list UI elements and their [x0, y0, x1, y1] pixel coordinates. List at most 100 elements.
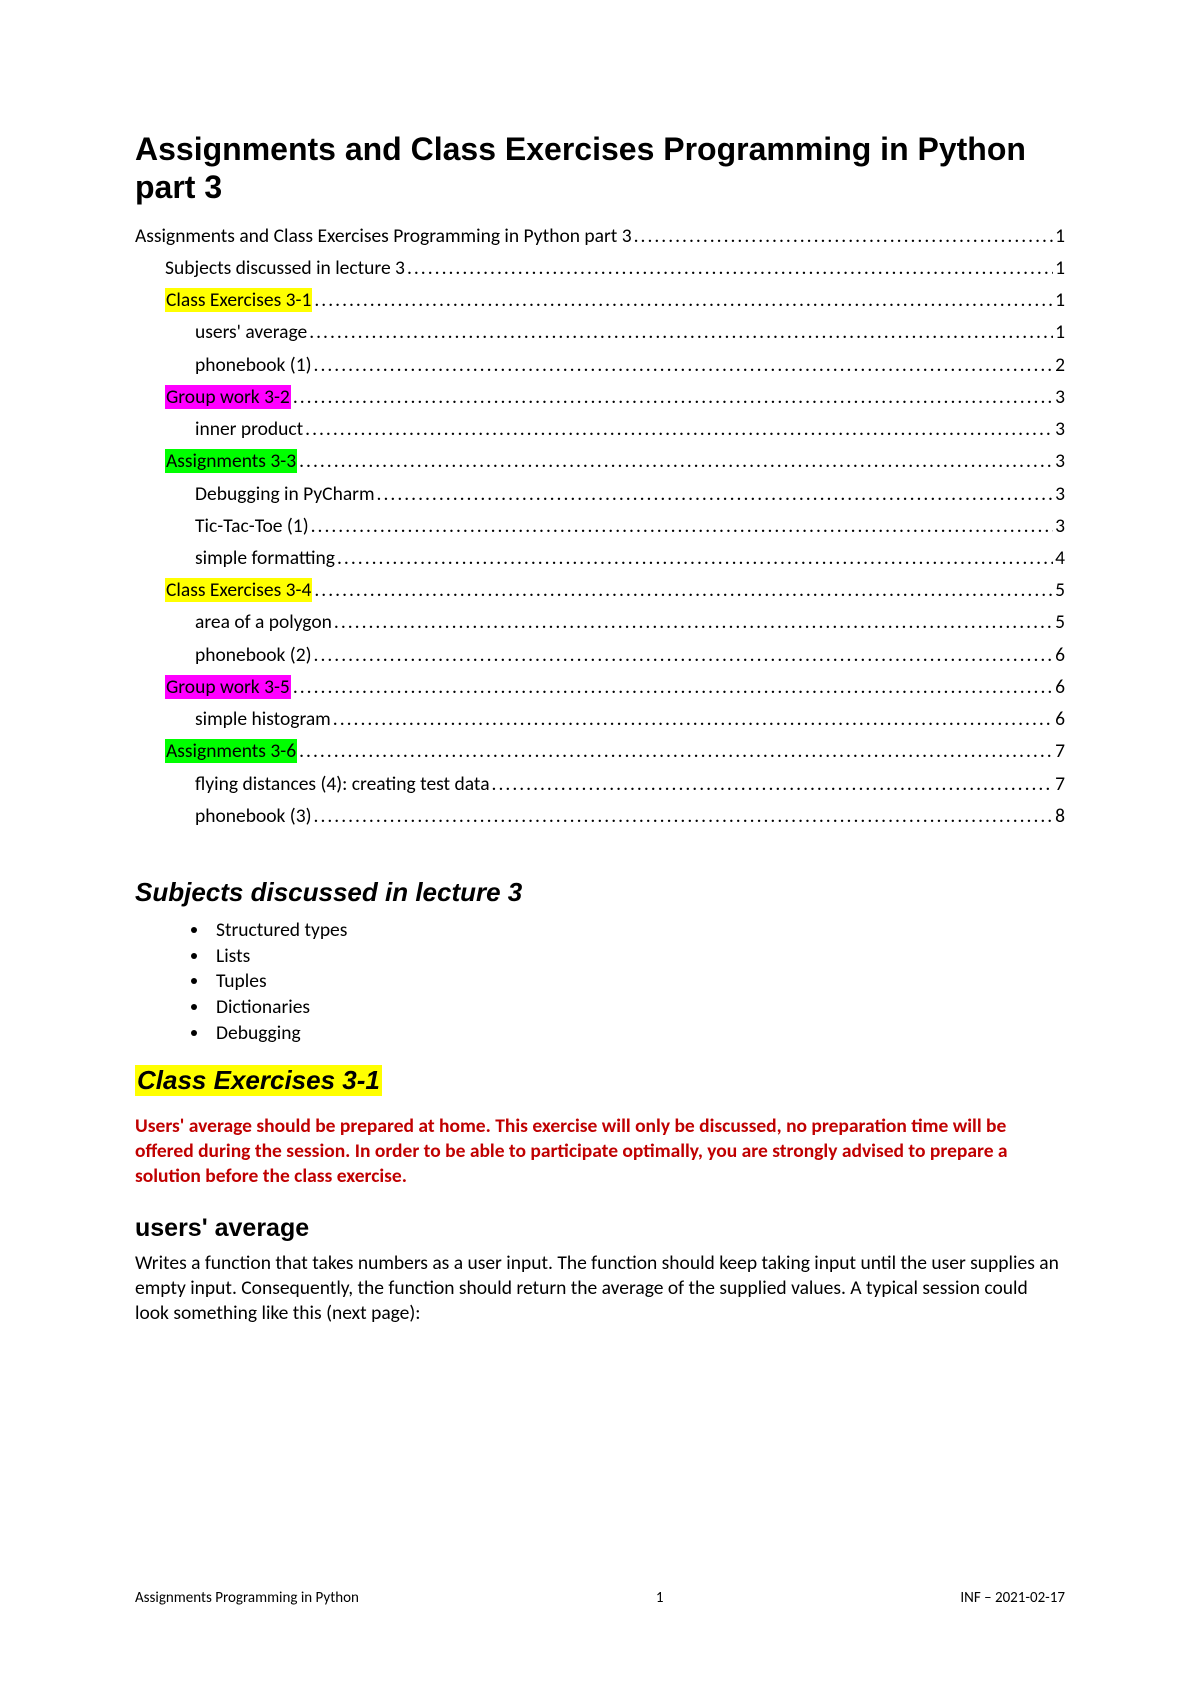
toc-leader: [314, 640, 1054, 670]
users-average-heading: users' average: [135, 1214, 1065, 1243]
toc-row[interactable]: phonebook (1) 2: [195, 350, 1065, 380]
toc-highlight: Group work 3-2: [165, 385, 291, 409]
toc-page: 6: [1055, 704, 1065, 734]
toc-row[interactable]: Assignments 3-3 3: [165, 446, 1065, 476]
toc-row[interactable]: Group work 3-2 3: [165, 382, 1065, 412]
toc-row[interactable]: simple histogram 6: [195, 704, 1065, 734]
toc-row[interactable]: phonebook (3) 8: [195, 801, 1065, 831]
toc-label: Assignments 3-3: [165, 446, 297, 476]
page-footer: Assignments Programming in Python 1 INF …: [135, 1589, 1065, 1607]
toc-page: 3: [1055, 382, 1065, 412]
toc-page: 6: [1055, 672, 1065, 702]
toc-page: 8: [1055, 801, 1065, 831]
section-subjects-heading: Subjects discussed in lecture 3: [135, 877, 1065, 908]
list-item: Structured types: [210, 918, 1065, 944]
toc-leader: [634, 221, 1054, 251]
toc-label: Subjects discussed in lecture 3: [165, 253, 405, 283]
table-of-contents: Assignments and Class Exercises Programm…: [135, 221, 1065, 831]
footer-left: Assignments Programming in Python: [135, 1589, 359, 1607]
toc-leader: [377, 479, 1054, 509]
toc-label: Class Exercises 3-4: [165, 575, 312, 605]
toc-leader: [492, 769, 1054, 799]
page: Assignments and Class Exercises Programm…: [0, 0, 1200, 1697]
toc-label: phonebook (2): [195, 640, 312, 670]
page-title: Assignments and Class Exercises Programm…: [135, 130, 1065, 207]
toc-leader: [311, 511, 1054, 541]
toc-page: 3: [1055, 479, 1065, 509]
toc-leader: [299, 736, 1053, 766]
toc-leader: [334, 607, 1053, 637]
toc-label: Class Exercises 3-1: [165, 285, 312, 315]
toc-page: 1: [1055, 253, 1065, 283]
toc-row[interactable]: simple formatting 4: [195, 543, 1065, 573]
toc-label: simple formatting: [195, 543, 335, 573]
toc-label: Tic-Tac-Toe (1): [195, 511, 309, 541]
section-ce31-heading-text: Class Exercises 3-1: [135, 1065, 382, 1096]
toc-label: Assignments and Class Exercises Programm…: [135, 221, 632, 251]
toc-highlight: Class Exercises 3-1: [165, 288, 312, 312]
toc-row[interactable]: Tic-Tac-Toe (1) 3: [195, 511, 1065, 541]
toc-page: 1: [1055, 317, 1065, 347]
toc-page: 1: [1055, 285, 1065, 315]
toc-label: users' average: [195, 317, 307, 347]
toc-page: 5: [1055, 575, 1065, 605]
toc-page: 3: [1055, 414, 1065, 444]
toc-leader: [314, 575, 1053, 605]
footer-right: INF – 2021-02-17: [960, 1589, 1065, 1607]
toc-page: 5: [1055, 607, 1065, 637]
toc-highlight: Assignments 3-3: [165, 449, 297, 473]
toc-leader: [333, 704, 1053, 734]
toc-page: 4: [1055, 543, 1065, 573]
toc-row[interactable]: Class Exercises 3-4 5: [165, 575, 1065, 605]
subjects-list: Structured typesListsTuplesDictionariesD…: [135, 918, 1065, 1047]
ce31-warning-note: Users' average should be prepared at hom…: [135, 1114, 1065, 1190]
toc-row[interactable]: inner product 3: [195, 414, 1065, 444]
toc-row[interactable]: users' average 1: [195, 317, 1065, 347]
toc-page: 3: [1055, 446, 1065, 476]
toc-label: Debugging in PyCharm: [195, 479, 375, 509]
toc-page: 6: [1055, 640, 1065, 670]
toc-label: inner product: [195, 414, 303, 444]
toc-label: flying distances (4): creating test data: [195, 769, 490, 799]
toc-leader: [407, 253, 1053, 283]
toc-leader: [305, 414, 1053, 444]
list-item: Tuples: [210, 969, 1065, 995]
toc-label: simple histogram: [195, 704, 331, 734]
toc-label: phonebook (3): [195, 801, 312, 831]
list-item: Dictionaries: [210, 995, 1065, 1021]
toc-page: 3: [1055, 511, 1065, 541]
toc-row[interactable]: phonebook (2) 6: [195, 640, 1065, 670]
toc-highlight: Assignments 3-6: [165, 739, 297, 763]
toc-leader: [314, 285, 1053, 315]
users-average-body: Writes a function that takes numbers as …: [135, 1251, 1065, 1327]
toc-row[interactable]: area of a polygon 5: [195, 607, 1065, 637]
toc-row[interactable]: Subjects discussed in lecture 3 1: [165, 253, 1065, 283]
toc-row[interactable]: Assignments and Class Exercises Programm…: [135, 221, 1065, 251]
toc-page: 7: [1055, 769, 1065, 799]
list-item: Lists: [210, 944, 1065, 970]
toc-row[interactable]: flying distances (4): creating test data…: [195, 769, 1065, 799]
toc-leader: [293, 672, 1053, 702]
toc-label: Group work 3-2: [165, 382, 291, 412]
toc-leader: [293, 382, 1053, 412]
toc-row[interactable]: Class Exercises 3-1 1: [165, 285, 1065, 315]
toc-row[interactable]: Assignments 3-6 7: [165, 736, 1065, 766]
list-item: Debugging: [210, 1021, 1065, 1047]
toc-label: area of a polygon: [195, 607, 332, 637]
toc-row[interactable]: Debugging in PyCharm 3: [195, 479, 1065, 509]
footer-page-number: 1: [656, 1589, 664, 1607]
section-ce31-heading: Class Exercises 3-1: [135, 1065, 1065, 1096]
toc-row[interactable]: Group work 3-5 6: [165, 672, 1065, 702]
toc-page: 1: [1055, 221, 1065, 251]
toc-leader: [314, 350, 1054, 380]
toc-label: Group work 3-5: [165, 672, 291, 702]
toc-highlight: Group work 3-5: [165, 675, 291, 699]
toc-leader: [337, 543, 1053, 573]
toc-page: 2: [1055, 350, 1065, 380]
toc-highlight: Class Exercises 3-4: [165, 578, 312, 602]
toc-leader: [299, 446, 1053, 476]
toc-page: 7: [1055, 736, 1065, 766]
toc-leader: [309, 317, 1053, 347]
toc-label: phonebook (1): [195, 350, 312, 380]
toc-leader: [314, 801, 1054, 831]
